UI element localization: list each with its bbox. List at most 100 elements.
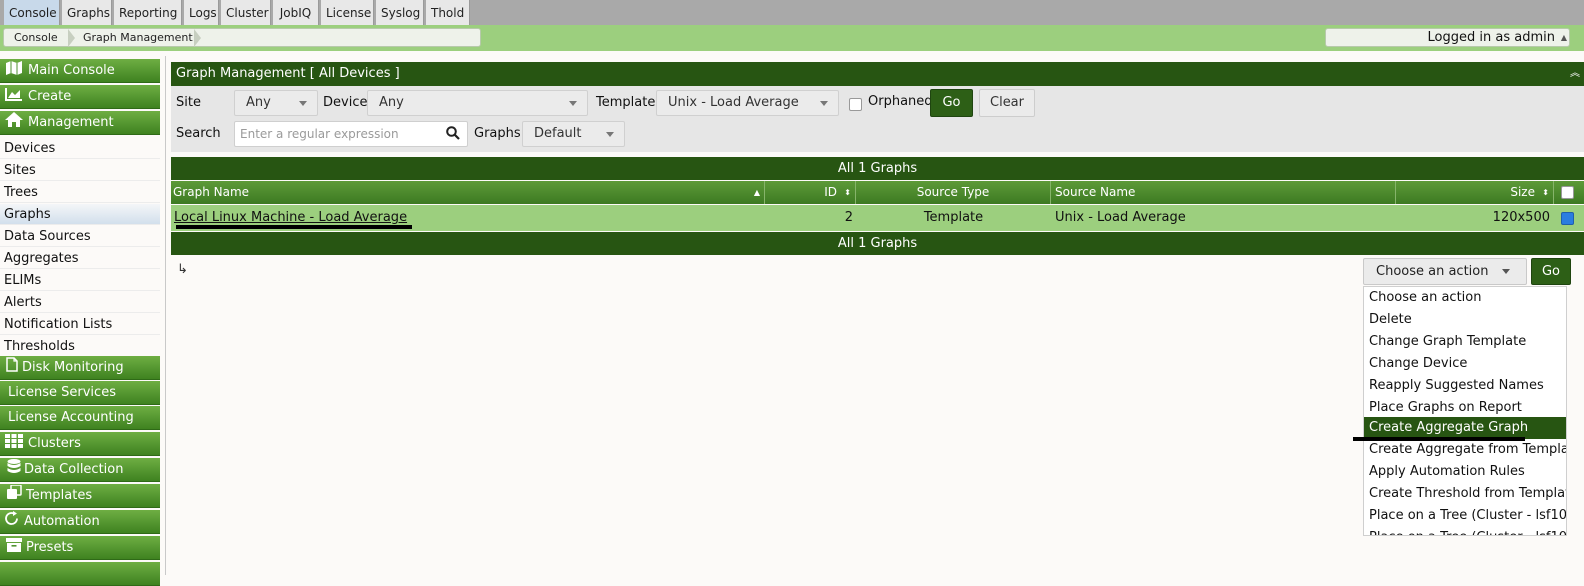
col-id[interactable]: ID ⬍ [765,181,856,204]
device-select[interactable]: Any [367,90,588,116]
action-option-place-on-tree[interactable]: Place on a Tree (Cluster - lsf103) [1364,505,1566,527]
orphaned-checkbox[interactable] [849,98,862,111]
cell-id: 2 [844,210,853,225]
action-go-button[interactable]: Go [1531,258,1571,285]
template-label: Template [596,95,656,110]
sidebar-item-alerts[interactable]: Alerts [0,292,160,313]
cell-size: 120x500 [1492,210,1550,225]
nav-clusters[interactable]: Clusters [0,432,160,456]
site-select[interactable]: Any [234,90,318,116]
tab-reporting[interactable]: Reporting [114,0,182,25]
tab-logs[interactable]: Logs [184,0,219,25]
chart-icon [4,85,24,109]
breadcrumb-console[interactable]: Console [14,29,58,46]
table-band-text: All 1 Graphs [837,236,918,251]
nav-management[interactable]: Management [0,111,160,135]
sidebar-item-thresholds[interactable]: Thresholds [0,336,160,357]
sidebar-item-sites[interactable]: Sites [0,160,160,181]
graphs-select-value: Default [534,126,582,141]
nav-main-console-label: Main Console [28,63,115,78]
redaction-bar [176,225,412,229]
table-band-bottom: All 1 Graphs [171,232,1584,255]
table-band-top: All 1 Graphs [171,157,1584,180]
graphs-label: Graphs [474,126,521,141]
graphs-select[interactable]: Default [522,121,625,147]
row-checkbox[interactable] [1561,212,1574,225]
sidebar-item-notification-lists[interactable]: Notification Lists [0,314,160,335]
action-option-reapply-names[interactable]: Reapply Suggested Names [1364,375,1566,397]
tab-cluster[interactable]: Cluster [221,0,271,25]
clear-button[interactable]: Clear [979,89,1035,117]
sidebar-item-data-sources[interactable]: Data Sources [0,226,160,247]
sidebar-item-aggregates[interactable]: Aggregates [0,248,160,269]
action-option-delete[interactable]: Delete [1364,309,1566,331]
nav-automation[interactable]: Automation [0,510,160,534]
nav-license-services[interactable]: License Services [0,381,160,405]
nav-create[interactable]: Create [0,85,160,109]
nav-data-collection[interactable]: Data Collection [0,458,160,482]
nav-more[interactable] [0,562,160,586]
nav-license-accounting-label: License Accounting [8,410,134,425]
sidebar-item-graphs[interactable]: Graphs [0,204,160,225]
sort-icon: ⬍ [1542,188,1549,197]
action-option[interactable]: Choose an action [1364,287,1566,309]
search-input[interactable] [234,121,468,147]
col-size[interactable]: Size ⬍ [1396,181,1554,204]
sidebar-item-trees[interactable]: Trees [0,182,160,203]
filter-area: Site Any Device Any Template Unix - Load… [171,86,1584,152]
action-option-apply-automation[interactable]: Apply Automation Rules [1364,461,1566,483]
action-select[interactable]: Choose an action [1363,258,1527,285]
action-option-create-aggregate-graph[interactable]: Create Aggregate Graph [1364,417,1566,439]
action-dropdown-menu: Choose an action Delete Change Graph Tem… [1363,286,1567,536]
nav-disk-monitoring[interactable]: Disk Monitoring [0,356,160,380]
go-button[interactable]: Go [930,89,973,117]
nav-templates-label: Templates [26,488,93,503]
collapse-icon[interactable]: ︽ [1570,62,1580,86]
tab-thold[interactable]: Thold [426,0,470,25]
home-icon [4,111,24,135]
panel-title: Graph Management [ All Devices ] ︽ [171,62,1584,86]
nav-main-console[interactable]: Main Console [0,59,160,83]
caret-down-icon [569,101,577,106]
nav-license-accounting[interactable]: License Accounting [0,406,160,430]
breadcrumb-separator [68,29,75,47]
sidebar-item-elims[interactable]: ELIMs [0,270,160,291]
search-icon[interactable] [446,126,460,144]
map-icon [4,59,24,83]
login-status[interactable]: Logged in as admin ▲ [1325,28,1570,47]
col-source-name-label: Source Name [1055,185,1136,199]
graph-name-link[interactable]: Local Linux Machine - Load Average [174,210,407,225]
file-icon [2,356,22,380]
device-label: Device [323,95,368,110]
login-text: Logged in as admin [1427,30,1555,45]
archive-icon [4,536,24,560]
action-option-change-device[interactable]: Change Device [1364,353,1566,375]
tab-jobiq[interactable]: JobIQ [273,0,319,25]
caret-up-icon: ▲ [1560,33,1567,42]
sidebar-item-devices[interactable]: Devices [0,138,160,159]
nav-create-label: Create [28,89,72,104]
select-all-checkbox[interactable] [1561,186,1574,199]
nav-data-collection-label: Data Collection [24,462,124,477]
return-arrow-icon: ↳ [177,262,188,277]
action-option-place-on-report[interactable]: Place Graphs on Report [1364,397,1566,419]
col-source-type[interactable]: Source Type [856,181,1051,204]
nav-clusters-label: Clusters [28,436,81,451]
grid-icon [4,432,24,456]
col-source-type-label: Source Type [916,185,990,199]
action-option-place-on-tree-2[interactable]: Place on a Tree (Cluster - lsf103) [1364,527,1566,535]
tab-license[interactable]: License [321,0,374,25]
action-option-aggregate-from-template[interactable]: Create Aggregate from Template [1364,439,1566,461]
caret-down-icon [820,101,828,106]
tab-syslog[interactable]: Syslog [376,0,424,25]
action-option-threshold-from-template[interactable]: Create Threshold from Template [1364,483,1566,505]
nav-presets[interactable]: Presets [0,536,160,560]
tab-console[interactable]: Console [4,0,60,25]
nav-presets-label: Presets [26,540,74,555]
col-graph-name[interactable]: Graph Name ▲ [171,181,765,204]
action-option-change-graph-template[interactable]: Change Graph Template [1364,331,1566,353]
col-source-name[interactable]: Source Name [1051,181,1396,204]
template-select[interactable]: Unix - Load Average [656,90,839,116]
nav-templates[interactable]: Templates [0,484,160,508]
tab-graphs[interactable]: Graphs [62,0,112,25]
